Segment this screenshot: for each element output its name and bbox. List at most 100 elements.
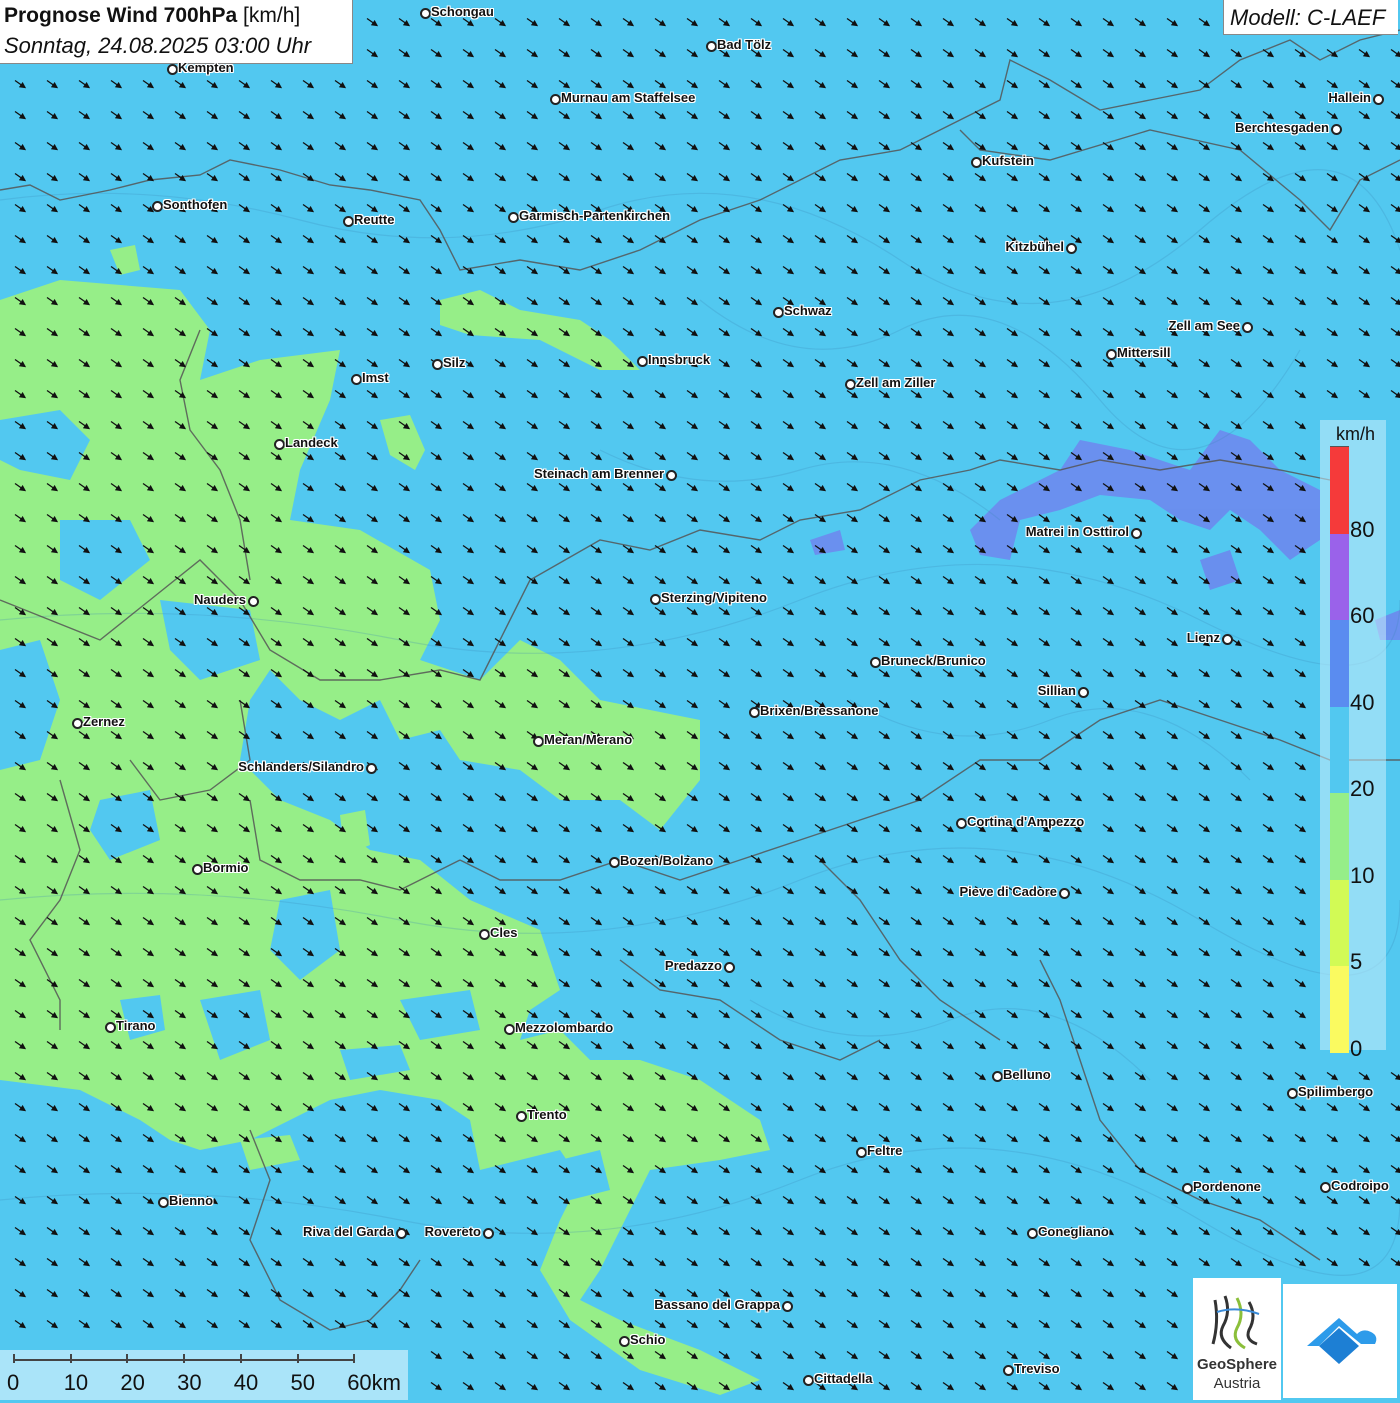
city-dot-icon: [619, 1336, 630, 1347]
city-label: Spilimbergo: [1298, 1084, 1374, 1099]
city-dot-icon: [856, 1147, 867, 1158]
legend-tick-label: 5: [1350, 949, 1363, 974]
city-dot-icon: [550, 94, 561, 105]
scale-label: 30: [177, 1370, 202, 1395]
city-dot-icon: [1242, 322, 1253, 333]
map-title: Prognose Wind 700hPa [km/h]: [4, 4, 301, 27]
city-label: Schio: [630, 1332, 666, 1347]
scale-label: 20: [120, 1370, 145, 1395]
city-dot-icon: [1131, 528, 1142, 539]
city-label: Nauders: [193, 592, 246, 607]
city-dot-icon: [192, 864, 203, 875]
city-dot-icon: [971, 157, 982, 168]
geosphere-logo-subtext: Austria: [1213, 1375, 1261, 1392]
city-dot-icon: [1373, 94, 1384, 105]
scale-label: 10: [63, 1370, 89, 1395]
city-dot-icon: [1320, 1182, 1331, 1193]
city-label: Pordenone: [1193, 1179, 1261, 1194]
city-label: Trento: [527, 1107, 567, 1122]
city-label: Zernez: [83, 714, 125, 729]
city-dot-icon: [432, 359, 443, 370]
model-box: Modell: C-LAEF: [1223, 0, 1398, 35]
city-dot-icon: [72, 718, 83, 729]
city-dot-icon: [508, 212, 519, 223]
city-label: Lienz: [1186, 630, 1220, 645]
city-dot-icon: [870, 657, 881, 668]
city-dot-icon: [248, 596, 259, 607]
legend-band: [1330, 792, 1349, 880]
city-label: Schongau: [431, 4, 494, 19]
city-dot-icon: [992, 1071, 1003, 1082]
city-label: Steinach am Brenner: [533, 466, 664, 481]
city-dot-icon: [706, 41, 717, 52]
city-dot-icon: [1059, 888, 1070, 899]
scale-tick: [183, 1354, 186, 1363]
city-dot-icon: [637, 356, 648, 367]
legend-tick-label: 0: [1350, 1035, 1363, 1061]
city-label: Matrei in Osttirol: [1025, 524, 1129, 539]
city-label: Sterzing/Vipiteno: [661, 590, 767, 605]
legend-band: [1330, 705, 1349, 793]
city-dot-icon: [845, 379, 856, 390]
city-label: Mezzolombardo: [515, 1020, 614, 1035]
city-label: Treviso: [1014, 1361, 1060, 1376]
city-dot-icon: [366, 763, 377, 774]
legend-tick-label: 10: [1350, 862, 1375, 888]
city-dot-icon: [1106, 349, 1117, 360]
city-dot-icon: [343, 216, 354, 227]
city-label: Bienno: [169, 1193, 214, 1208]
legend-tick-label: 60: [1350, 603, 1375, 628]
title-box: Prognose Wind 700hPa [km/h] Sonntag, 24.…: [0, 0, 353, 64]
city-label: Landeck: [285, 435, 338, 450]
geosphere-mark-icon: [1211, 1295, 1260, 1350]
city-dot-icon: [152, 201, 163, 212]
color-legend: km/h 0 5 10 20 40 60 80: [1320, 420, 1386, 1061]
city-label: Mittersill: [1117, 345, 1171, 360]
city-dot-icon: [956, 818, 967, 829]
city-dot-icon: [483, 1228, 494, 1239]
city-dot-icon: [782, 1301, 793, 1312]
city-label: Hallein: [1328, 90, 1371, 105]
city-label: Cittadella: [814, 1371, 873, 1386]
city-label: Codroipo: [1331, 1178, 1389, 1193]
city-label: Meran/Merano: [544, 732, 633, 747]
city-dot-icon: [1331, 124, 1342, 135]
forecast-date: Sonntag, 24.08.2025 03:00 Uhr: [4, 33, 312, 58]
city-label: Feltre: [867, 1143, 903, 1158]
scale-tick: [69, 1354, 72, 1363]
city-dot-icon: [504, 1024, 515, 1035]
city-label: Bad Tölz: [717, 37, 772, 52]
legend-tick-label: 80: [1350, 516, 1375, 542]
city-label: Zell am Ziller: [856, 375, 936, 390]
city-label: Schlanders/Silandro: [238, 759, 364, 774]
model-label: Modell: C-LAEF: [1230, 5, 1386, 30]
city-label: Murnau am Staffelsee: [561, 90, 696, 105]
city-dot-icon: [749, 707, 760, 718]
city-label: Belluno: [1003, 1067, 1051, 1082]
city-dot-icon: [274, 439, 285, 450]
legend-tick-label: 20: [1350, 776, 1375, 801]
city-label: Bassano del Grappa: [654, 1297, 780, 1312]
city-label: Imst: [362, 370, 389, 385]
city-dot-icon: [351, 374, 362, 385]
city-dot-icon: [1066, 243, 1077, 254]
city-dot-icon: [666, 470, 677, 481]
city-dot-icon: [724, 962, 735, 973]
city-label: Brixen/Bressanone: [760, 703, 879, 718]
city-label: Bormio: [203, 860, 249, 875]
city-label: Cortina d'Ampezzo: [967, 814, 1085, 829]
legend-band: [1330, 446, 1349, 534]
city-label: Reutte: [354, 212, 395, 227]
city-dot-icon: [396, 1228, 407, 1239]
city-dot-icon: [650, 594, 661, 605]
legend-tick-label: 40: [1350, 689, 1375, 715]
legend-band: [1330, 619, 1349, 707]
scale-label: 0: [7, 1370, 20, 1395]
city-label: Silz: [443, 355, 466, 370]
city-label: Bozen/Bolzano: [620, 853, 714, 868]
city-dot-icon: [1003, 1365, 1014, 1376]
legend-band: [1330, 965, 1349, 1053]
scale-tick: [353, 1354, 356, 1363]
city-label: Kitzbühel: [1005, 239, 1065, 254]
city-dot-icon: [1287, 1088, 1298, 1099]
